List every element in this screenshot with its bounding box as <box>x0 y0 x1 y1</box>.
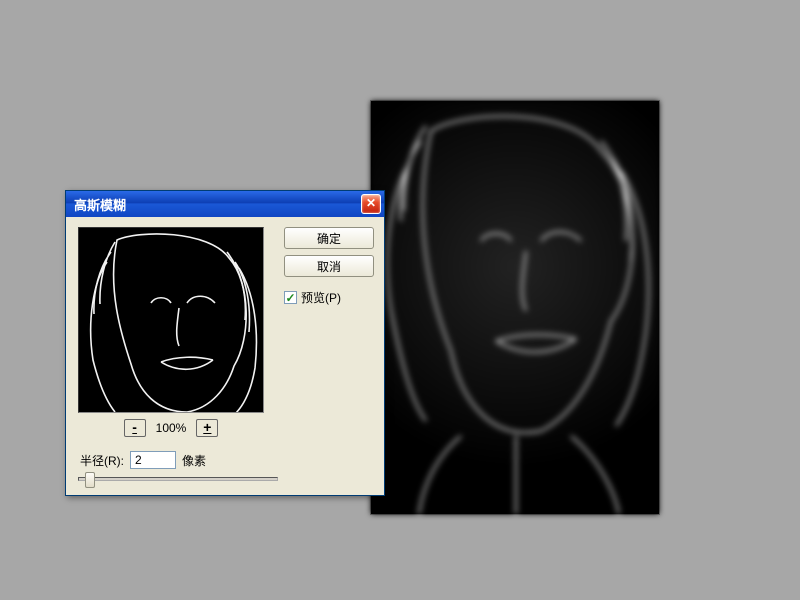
dialog-title: 高斯模糊 <box>74 195 126 214</box>
radius-input[interactable] <box>130 451 176 469</box>
gaussian-blur-dialog: 高斯模糊 ✕ <box>65 190 385 496</box>
ok-button[interactable]: 确定 <box>284 227 374 249</box>
dialog-body: - 100% + 半径(R): 像素 确定 取消 ✓ 预览(P) <box>66 217 384 495</box>
zoom-controls: - 100% + <box>78 419 264 437</box>
preview-image <box>79 228 263 412</box>
slider-thumb[interactable] <box>85 472 95 488</box>
zoom-in-button[interactable]: + <box>196 419 218 437</box>
preview-checkbox[interactable]: ✓ <box>284 291 297 304</box>
cancel-button[interactable]: 取消 <box>284 255 374 277</box>
dialog-titlebar[interactable]: 高斯模糊 ✕ <box>66 191 384 217</box>
preview-checkbox-row: ✓ 预览(P) <box>284 289 374 306</box>
dialog-buttons: 确定 取消 ✓ 预览(P) <box>284 227 374 306</box>
plus-icon: + <box>203 419 211 435</box>
close-icon: ✕ <box>366 196 376 210</box>
radius-label: 半径(R): <box>80 452 124 469</box>
close-button[interactable]: ✕ <box>361 194 381 214</box>
document-canvas <box>370 100 660 515</box>
radius-slider[interactable] <box>78 477 278 481</box>
zoom-percent: 100% <box>156 421 187 435</box>
canvas-image <box>371 101 659 514</box>
radius-row: 半径(R): 像素 <box>78 451 372 469</box>
preview-checkbox-label: 预览(P) <box>301 289 341 306</box>
preview-thumbnail[interactable] <box>78 227 264 413</box>
check-icon: ✓ <box>285 293 295 303</box>
radius-unit: 像素 <box>182 452 206 469</box>
zoom-out-button[interactable]: - <box>124 419 146 437</box>
minus-icon: - <box>132 419 137 435</box>
